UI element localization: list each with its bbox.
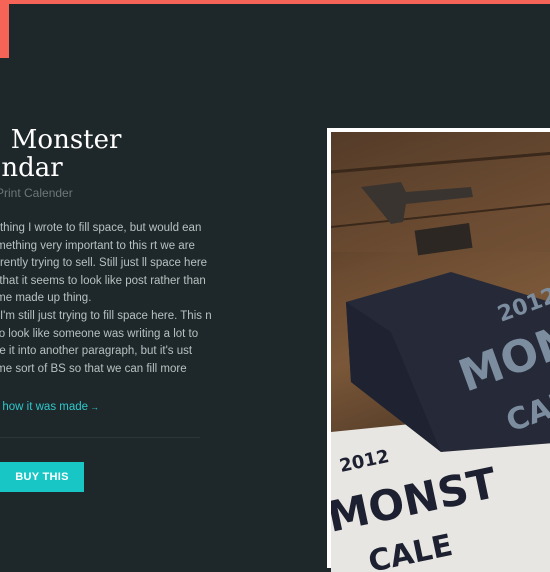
how-it-was-made-link[interactable]: t how it was made →: [0, 401, 99, 413]
link-label: t how it was made: [0, 401, 89, 413]
page-title: 2 Monster endar: [0, 126, 306, 182]
description-paragraph-2: at. I'm still just trying to fill space …: [0, 310, 212, 375]
title-line-2: endar: [0, 153, 63, 183]
product-subtitle: n Print Calender: [0, 186, 73, 200]
calendar-illustration: 2012 MONST CALE 2012 MONST CALE: [331, 132, 550, 572]
product-details: 2 Monster endar n Print Calender mething…: [0, 0, 330, 550]
divider: [0, 437, 200, 438]
title-line-1: 2 Monster: [0, 125, 122, 155]
arrow-right-icon: →: [90, 402, 100, 412]
buy-button[interactable]: BUY THIS: [0, 462, 84, 492]
product-photo-frame: 2012 MONST CALE 2012 MONST CALE: [327, 128, 550, 572]
description-paragraph-1: mething I wrote to fill space, but would…: [0, 222, 208, 304]
product-photo: 2012 MONST CALE 2012 MONST CALE: [331, 132, 550, 572]
